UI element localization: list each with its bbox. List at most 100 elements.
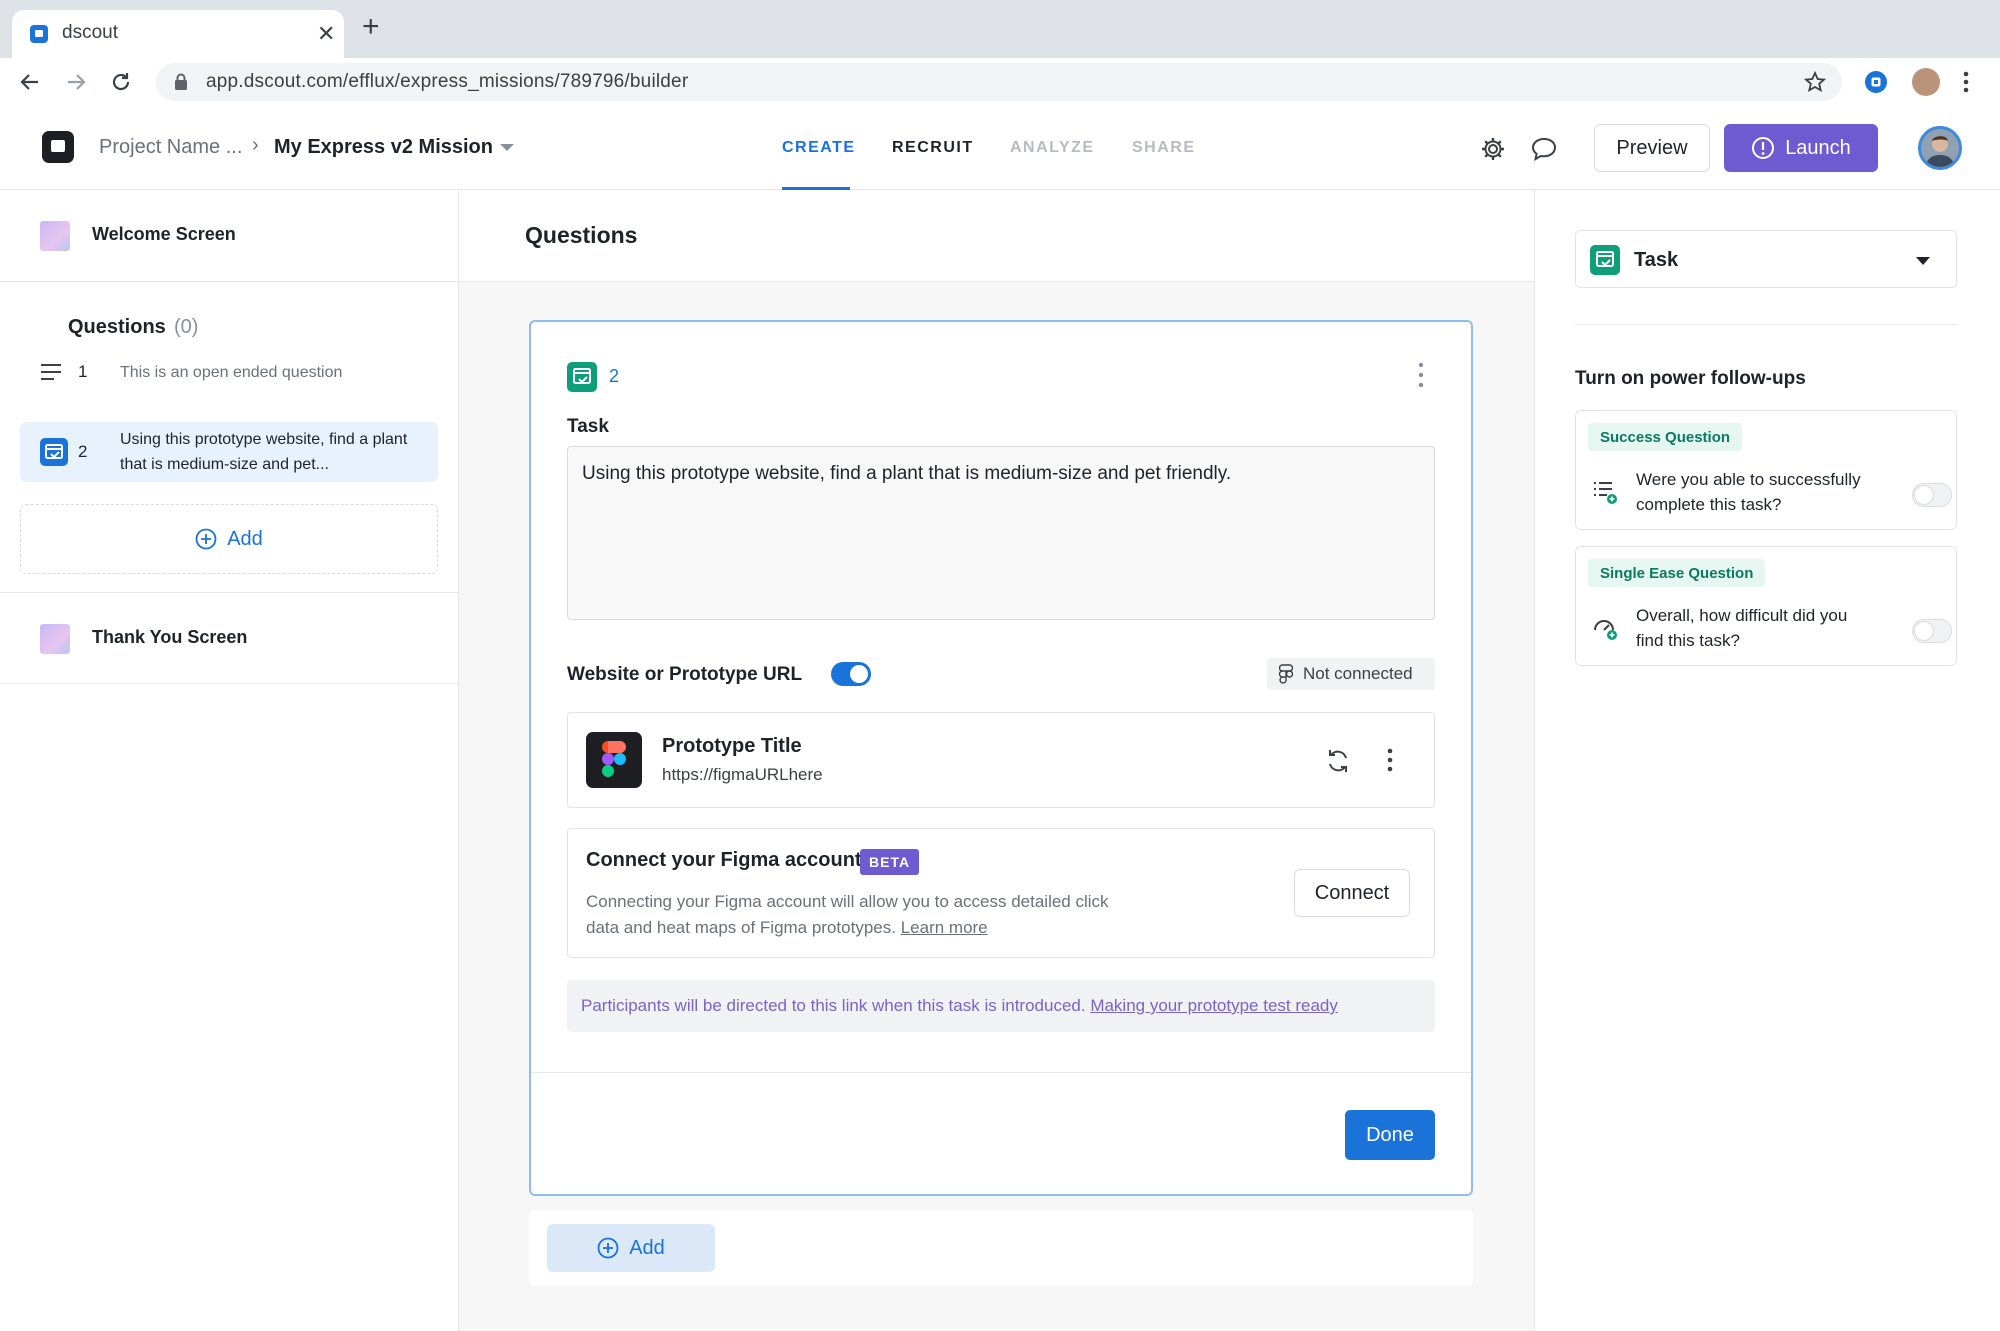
new-tab-icon[interactable]: + [362, 12, 380, 42]
reload-icon[interactable] [107, 68, 135, 96]
list-check-icon [1594, 482, 1617, 504]
follow-up-single-ease-question: Single Ease Question Overall, how diffic… [1575, 546, 1957, 666]
page-title: Questions [525, 222, 638, 248]
question-text: Using this prototype website, find a pla… [120, 431, 408, 473]
tab-analyze: ANALYZE [1010, 139, 1095, 156]
tab-create[interactable]: CREATE [782, 139, 856, 157]
figma-logo-icon [586, 732, 642, 788]
browser-tab[interactable]: dscout ✕ [12, 10, 344, 58]
browser-menu-icon[interactable] [1962, 70, 1970, 94]
connect-button[interactable]: Connect [1294, 869, 1410, 917]
task-icon [567, 362, 597, 392]
follow-up-badge: Success Question [1588, 423, 1743, 451]
address-bar[interactable]: app.dscout.com/efflux/express_missions/7… [156, 63, 1842, 101]
tab-share: SHARE [1132, 139, 1196, 156]
figma-desc-text: Connecting your Figma account will allow… [586, 892, 1109, 937]
browser-toolbar: app.dscout.com/efflux/express_missions/7… [0, 58, 2000, 106]
launch-button[interactable]: Launch [1724, 124, 1878, 172]
preview-button[interactable]: Preview [1594, 124, 1710, 172]
connection-status-badge: Not connected [1267, 658, 1435, 690]
mission-name[interactable]: My Express v2 Mission [274, 136, 493, 159]
follow-ups-title: Turn on power follow-ups [1575, 368, 1806, 389]
note-text: Participants will be directed to this li… [581, 996, 1086, 1015]
plus-circle-icon [597, 1237, 619, 1259]
breadcrumb-project[interactable]: Project Name ... [99, 136, 242, 159]
question-number: 1 [78, 362, 88, 381]
more-options-icon[interactable] [1416, 360, 1426, 390]
url-toggle[interactable] [831, 662, 871, 686]
beta-badge: BETA [860, 849, 920, 875]
done-button[interactable]: Done [1345, 1110, 1435, 1160]
task-label: Task [567, 416, 609, 437]
app-header: Project Name ... › My Express v2 Mission… [0, 106, 2000, 190]
task-icon [40, 438, 68, 466]
text-lines-icon [41, 364, 61, 380]
thank-you-screen-item[interactable]: Thank You Screen [0, 592, 459, 684]
task-textarea[interactable]: Using this prototype website, find a pla… [567, 446, 1435, 620]
lock-icon [175, 73, 187, 90]
tab-recruit[interactable]: RECRUIT [892, 139, 974, 157]
mission-dropdown-chevron-icon[interactable] [500, 144, 514, 151]
questions-heading: Questions [68, 316, 166, 338]
launch-label: Launch [1785, 136, 1851, 159]
browser-tab-title: dscout [62, 22, 118, 43]
add-question-bar: Add [529, 1210, 1473, 1286]
card-divider [531, 1072, 1471, 1073]
add-label: Add [227, 527, 263, 550]
follow-up-text: Were you able to successfully complete t… [1636, 470, 1861, 514]
profile-avatar[interactable] [1912, 68, 1940, 96]
extension-icon[interactable] [1864, 70, 1888, 94]
question-number: 2 [609, 366, 620, 386]
add-question-main-button[interactable]: Add [547, 1224, 715, 1272]
add-question-button[interactable]: Add [20, 504, 438, 574]
plus-circle-icon [195, 528, 217, 550]
prototype-item: Prototype Title https://figmaURLhere [567, 712, 1435, 808]
learn-more-link[interactable]: Learn more [901, 918, 988, 937]
follow-up-success-question: Success Question Were you able to succes… [1575, 410, 1957, 530]
alert-circle-icon [1752, 137, 1775, 159]
follow-up-text: Overall, how difficult did you find this… [1636, 606, 1848, 650]
figma-connect-description: Connecting your Figma account will allow… [586, 889, 1126, 941]
thank-you-screen-thumbnail [40, 624, 70, 654]
follow-up-badge: Single Ease Question [1588, 559, 1766, 587]
prototype-url[interactable]: https://figmaURLhere [662, 765, 823, 785]
question-type-label: Task [1634, 249, 1679, 271]
gauge-icon [1594, 620, 1617, 640]
question-card: 2 Task Using this prototype website, fin… [529, 320, 1473, 1196]
dscout-favicon-icon [30, 25, 48, 43]
figma-icon [1279, 664, 1293, 684]
figma-connect-title: Connect your Figma account [586, 849, 862, 871]
question-item-2[interactable]: 2 Using this prototype website, find a p… [20, 422, 438, 482]
comments-icon[interactable] [1530, 136, 1558, 162]
question-sidebar: Welcome Screen Questions (0) 1 This is a… [0, 190, 459, 1331]
breadcrumb-chevron-icon: › [252, 134, 259, 156]
user-portrait-icon [1921, 129, 1959, 167]
sync-icon[interactable] [1324, 747, 1352, 775]
dscout-logo[interactable] [42, 131, 74, 163]
add-label: Add [629, 1236, 665, 1259]
question-type-select[interactable]: Task [1575, 230, 1957, 288]
question-settings-panel: Task Turn on power follow-ups Success Qu… [1534, 190, 2000, 1331]
main-header: Questions [459, 190, 1534, 282]
back-icon[interactable] [16, 68, 44, 96]
panel-divider [1575, 324, 1957, 325]
user-avatar[interactable] [1918, 126, 1962, 170]
figma-connect-box: Connect your Figma account BETA Connecti… [567, 828, 1435, 958]
prototype-ready-link[interactable]: Making your prototype test ready [1090, 996, 1338, 1015]
close-tab-icon[interactable]: ✕ [317, 21, 335, 47]
success-question-toggle[interactable] [1912, 483, 1952, 507]
url-label: Website or Prototype URL [567, 664, 803, 685]
connection-status-text: Not connected [1303, 664, 1413, 683]
welcome-screen-thumbnail [40, 221, 70, 251]
welcome-screen-item[interactable]: Welcome Screen [0, 190, 459, 282]
question-item-1[interactable]: 1 This is an open ended question [20, 350, 438, 394]
question-text: This is an open ended question [120, 364, 343, 381]
single-ease-question-toggle[interactable] [1912, 619, 1952, 643]
settings-gear-icon[interactable] [1480, 136, 1506, 162]
welcome-screen-label: Welcome Screen [92, 224, 236, 244]
prototype-more-icon[interactable] [1386, 747, 1394, 773]
bookmark-star-icon[interactable] [1804, 71, 1826, 93]
forward-icon[interactable] [62, 68, 90, 96]
prototype-title: Prototype Title [662, 735, 802, 757]
questions-count: (0) [174, 316, 199, 338]
